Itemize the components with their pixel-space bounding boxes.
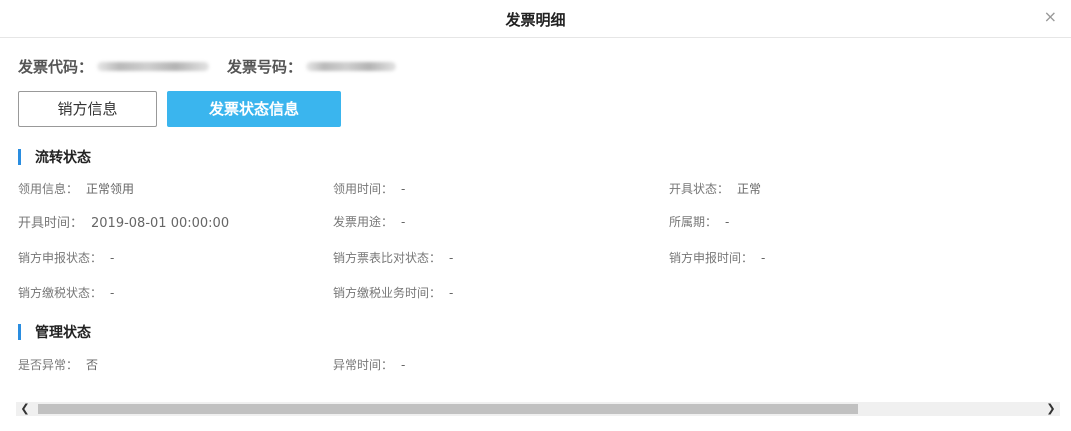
field-issue-status: 开具状态： 正常 <box>669 180 761 197</box>
field-seller-declare-time: 销方申报时间： - <box>669 249 765 266</box>
field-label: 销方票表比对状态： <box>333 251 442 265</box>
section-bar <box>18 149 21 165</box>
close-icon[interactable]: × <box>1044 8 1057 26</box>
field-issue-time: 开具时间： 2019-08-01 00:00:00 <box>18 212 229 231</box>
field-label: 销方申报时间： <box>669 251 754 265</box>
field-label: 领用信息： <box>18 182 79 196</box>
tab-seller-info[interactable]: 销方信息 <box>18 91 157 127</box>
invoice-code-label: 发票代码： <box>18 57 94 76</box>
field-seller-tax-status: 销方缴税状态： - <box>18 284 114 301</box>
dialog-title: 发票明细 <box>505 11 566 29</box>
field-value: 正常领用 <box>86 182 135 196</box>
field-label: 发票用途： <box>333 215 394 229</box>
field-value: 2019-08-01 00:00:00 <box>91 216 230 231</box>
field-label: 开具状态： <box>669 182 730 196</box>
invoice-code-row: 发票代码： 发票号码： <box>18 56 397 76</box>
field-label: 领用时间： <box>333 182 394 196</box>
field-is-abnormal: 是否异常： 否 <box>18 356 98 373</box>
field-value: - <box>110 286 115 300</box>
field-seller-compare-status: 销方票表比对状态： - <box>333 249 453 266</box>
field-label: 开具时间： <box>18 216 84 231</box>
scroll-right-icon[interactable]: ❯ <box>1042 402 1060 416</box>
field-label: 是否异常： <box>18 358 79 372</box>
field-invoice-purpose: 发票用途： - <box>333 213 405 230</box>
field-value: - <box>449 286 454 300</box>
field-value: 正常 <box>737 182 762 196</box>
dialog-header: 发票明细 × <box>0 0 1071 38</box>
field-value: - <box>761 251 766 265</box>
section-title-text: 流转状态 <box>35 150 91 166</box>
field-label: 销方申报状态： <box>18 251 103 265</box>
section-title-text: 管理状态 <box>35 325 91 341</box>
field-label: 销方缴税状态： <box>18 286 103 300</box>
tab-invoice-status-info[interactable]: 发票状态信息 <box>167 91 341 127</box>
field-value: 否 <box>86 358 99 372</box>
invoice-code-value-redacted <box>97 61 210 71</box>
field-label: 所属期： <box>669 215 718 229</box>
field-value: - <box>401 215 406 229</box>
section-title-management-status: 管理状态 <box>18 323 91 341</box>
field-claim-info: 领用信息： 正常领用 <box>18 180 134 197</box>
field-value: - <box>401 182 406 196</box>
field-seller-declare-status: 销方申报状态： - <box>18 249 114 266</box>
section-title-flow-status: 流转状态 <box>18 148 91 166</box>
section-bar <box>18 324 21 340</box>
field-value: - <box>725 215 730 229</box>
field-abnormal-time: 异常时间： - <box>333 356 405 373</box>
field-tax-period: 所属期： - <box>669 213 729 230</box>
field-label: 异常时间： <box>333 358 394 372</box>
scroll-left-icon[interactable]: ❮ <box>16 402 34 416</box>
field-seller-tax-time: 销方缴税业务时间： - <box>333 284 453 301</box>
field-value: - <box>449 251 454 265</box>
field-label: 销方缴税业务时间： <box>333 286 442 300</box>
horizontal-scrollbar[interactable]: ❮ ❯ <box>16 402 1060 416</box>
invoice-number-label: 发票号码： <box>227 57 303 76</box>
invoice-number-value-redacted <box>306 61 397 71</box>
field-claim-time: 领用时间： - <box>333 180 405 197</box>
field-value: - <box>110 251 115 265</box>
field-value: - <box>401 358 406 372</box>
scrollbar-thumb[interactable] <box>38 404 858 414</box>
